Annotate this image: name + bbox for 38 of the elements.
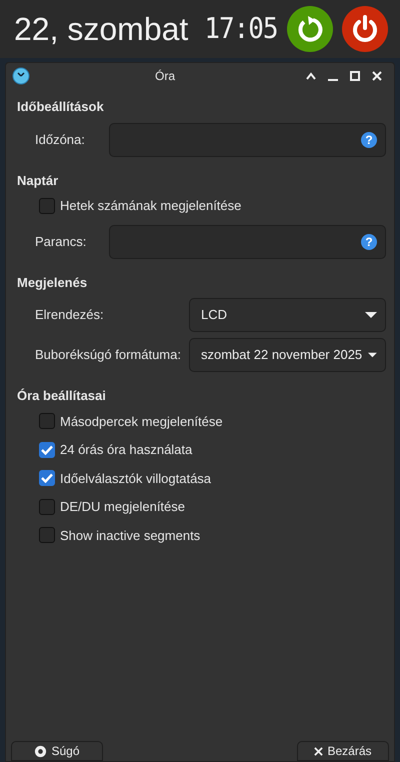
clock-time: 17:05 [204, 10, 278, 47]
section-heading: Időbeállítások [17, 98, 105, 116]
restart-button[interactable] [286, 6, 333, 52]
field-label: Elrendezés: [35, 306, 104, 324]
close-dialog-button[interactable]: Bezárás [297, 741, 389, 761]
checkbox[interactable] [39, 527, 55, 544]
checkbox[interactable] [39, 442, 55, 458]
close-icon [372, 71, 382, 81]
maximize-icon [350, 71, 360, 81]
lifebuoy-icon [34, 744, 48, 758]
field-label: Időzóna: [35, 130, 86, 149]
section-heading: Óra beállítasai [17, 387, 107, 405]
close-icon [314, 746, 324, 756]
checkbox-label: Hetek számának megjelenítése [60, 197, 242, 215]
minimize-icon [328, 78, 338, 80]
help-button[interactable]: Súgó [11, 741, 103, 761]
dropdown[interactable]: LCD [189, 298, 386, 332]
checkbox-label: DE/DU megjelenítése [60, 498, 185, 516]
section-heading: Megjelenés [17, 274, 88, 292]
clock-icon [12, 67, 30, 85]
date-text: 22, szombat [14, 10, 188, 49]
field-label: Buboréksúgó formátuma: [35, 346, 179, 364]
section-heading: Naptár [17, 172, 60, 190]
caret-icon [368, 351, 377, 359]
window-title: Óra [154, 68, 176, 85]
checkbox[interactable] [39, 498, 55, 515]
chevron-up-icon [306, 72, 316, 80]
field-label: Parancs: [35, 232, 88, 251]
checkbox-label: 24 órás óra használata [60, 441, 192, 459]
power-button[interactable] [342, 6, 388, 52]
checkbox-label: Időelválasztók villogtatása [60, 470, 212, 488]
checkbox-label: Show inactive segments [60, 526, 200, 545]
caret-icon [365, 311, 377, 319]
checkbox[interactable] [39, 470, 55, 486]
checkbox[interactable] [39, 198, 55, 214]
checkbox-label: Másodpercek megjelenítése [60, 412, 223, 431]
dropdown[interactable]: szombat 22 november 2025 [189, 338, 386, 372]
checkbox[interactable] [39, 413, 55, 430]
